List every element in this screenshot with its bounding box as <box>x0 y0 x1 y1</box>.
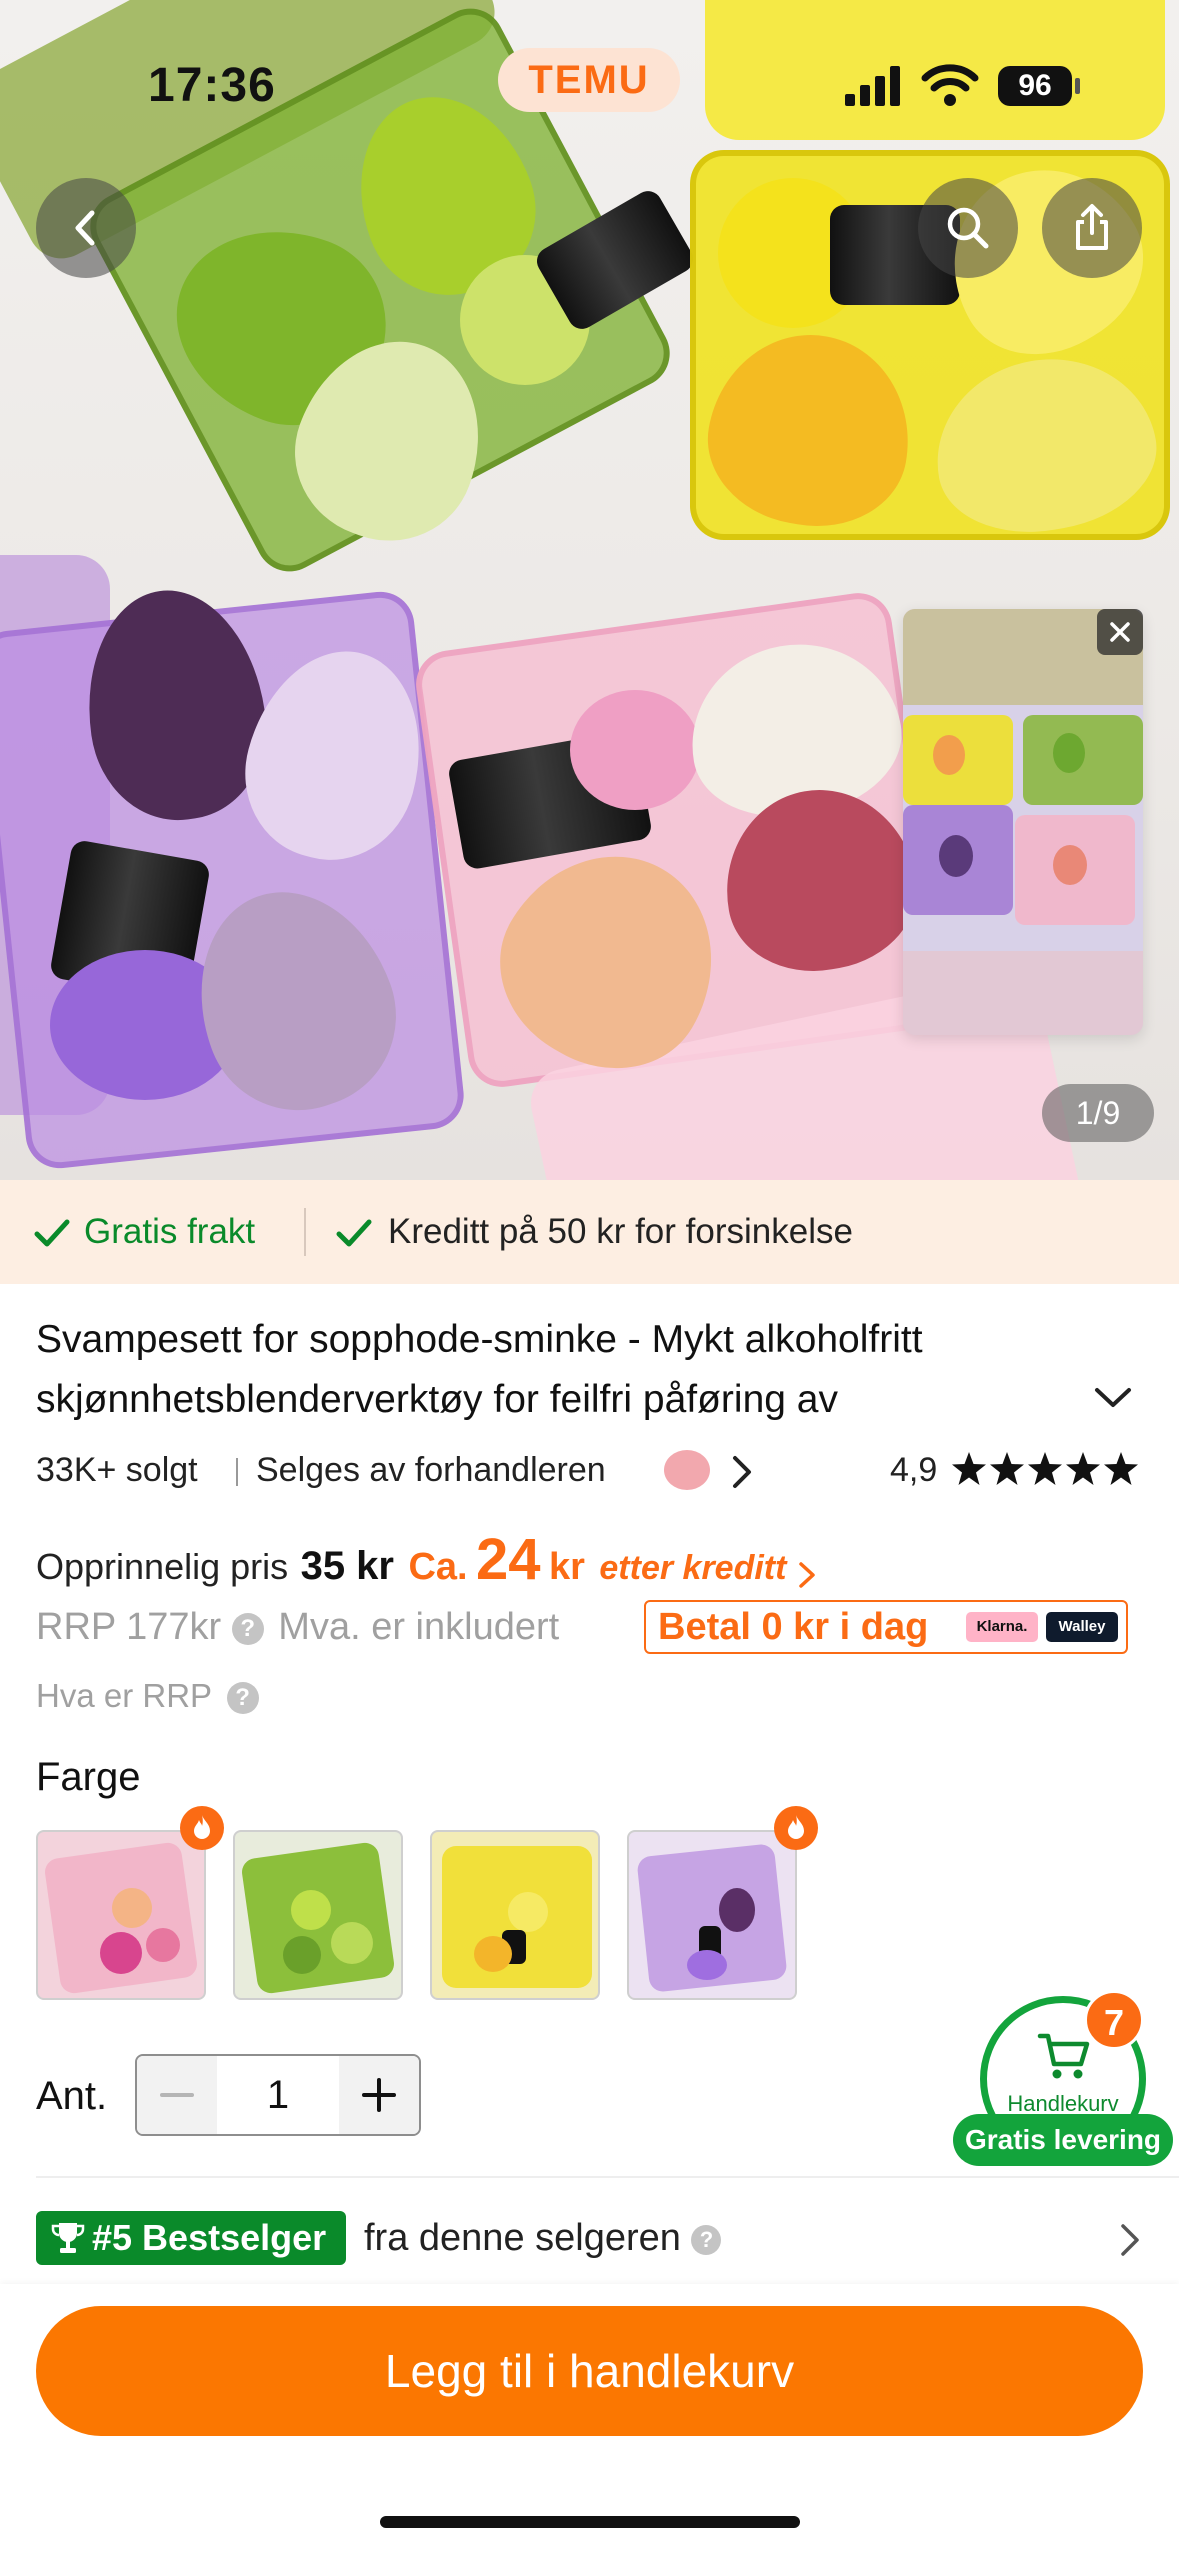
swatch-sponge <box>331 1922 373 1964</box>
swatch-sponge <box>146 1928 180 1962</box>
product-title[interactable]: Svampesett for sopphode-sminke - Mykt al… <box>36 1310 1076 1430</box>
bestseller-badge: #5 Bestselger <box>36 2211 346 2265</box>
color-swatch-purple[interactable] <box>627 1830 797 2000</box>
search-icon <box>947 207 989 249</box>
thumb-image <box>903 705 1143 951</box>
free-shipping-text: Gratis frakt <box>84 1212 256 1251</box>
color-swatch-yellow[interactable] <box>430 1830 600 2000</box>
price-row: Opprinnelig pris 35 kr Ca. 24 kr etter k… <box>36 1525 817 1595</box>
share-button[interactable] <box>1042 178 1142 278</box>
rrp-question-text: Hva er RRP <box>36 1677 212 1714</box>
promo-divider <box>304 1208 306 1256</box>
swatch-sponge <box>283 1936 321 1974</box>
delay-credit-text: Kreditt på 50 kr for forsinkelse <box>388 1212 853 1251</box>
rating-value: 4,9 <box>890 1451 938 1489</box>
free-delivery-badge: Gratis levering <box>953 2114 1173 2166</box>
temu-badge: TEMU <box>498 48 680 112</box>
help-icon[interactable]: ? <box>691 2224 722 2255</box>
color-swatch-pink[interactable] <box>36 1830 206 2000</box>
seller-logo[interactable] <box>664 1450 710 1490</box>
help-icon: ? <box>226 1682 259 1715</box>
product-image-gallery[interactable]: 17:36 TEMU 96 1/9 <box>0 0 1179 1180</box>
rating-stars <box>952 1452 1138 1485</box>
after-credit-link[interactable]: etter kreditt <box>599 1549 786 1587</box>
flame-icon <box>194 1815 210 1839</box>
swatch-sponge <box>719 1888 755 1932</box>
swatch-sponge <box>687 1950 727 1980</box>
original-price-label: Opprinnelig pris <box>36 1546 289 1587</box>
pay-later-text: Betal 0 kr i dag <box>658 1606 929 1648</box>
meta-divider <box>236 1458 238 1486</box>
search-button[interactable] <box>918 178 1018 278</box>
promo-strip: Gratis frakt Kreditt på 50 kr for forsin… <box>0 1180 1179 1284</box>
chevron-left-icon <box>75 210 95 246</box>
swatch-sponge <box>112 1888 152 1928</box>
thumb-sponge <box>1053 733 1085 773</box>
vat-text: Mva. er inkludert <box>278 1606 560 1648</box>
hot-badge <box>180 1806 224 1850</box>
trophy-icon <box>51 2223 85 2253</box>
color-swatch-green[interactable] <box>233 1830 403 2000</box>
video-thumbnail[interactable] <box>903 609 1143 1035</box>
thumb-sponge <box>939 835 973 877</box>
thumb-sponge <box>933 735 965 775</box>
share-icon <box>1076 204 1108 250</box>
rrp-row: RRP 177kr ? Mva. er inkludert <box>36 1592 559 1662</box>
signal-icon <box>845 66 900 106</box>
swatch-sponge <box>291 1890 331 1930</box>
approx-price-number: 24 <box>476 1527 541 1592</box>
back-button[interactable] <box>36 178 136 278</box>
color-label: Farge <box>36 1755 141 1799</box>
quantity-increase-button[interactable] <box>339 2056 419 2134</box>
minus-icon <box>160 2093 194 2097</box>
bestseller-text: fra denne selgeren ? <box>364 2206 722 2270</box>
cart-count-badge: 7 <box>1084 1990 1144 2050</box>
rrp-price: RRP 177kr <box>36 1606 222 1648</box>
image-counter: 1/9 <box>1042 1084 1154 1142</box>
walley-logo: Walley <box>1046 1612 1118 1642</box>
chevron-right-icon[interactable] <box>797 1560 817 1590</box>
quantity-decrease-button[interactable] <box>137 2056 217 2134</box>
battery-tip <box>1075 78 1080 94</box>
klarna-logo: Klarna. <box>966 1612 1038 1642</box>
status-time: 17:36 <box>148 59 276 112</box>
pay-later-badge[interactable]: Betal 0 kr i dag Klarna. Walley <box>644 1600 1128 1654</box>
swatch-sponge <box>100 1932 142 1974</box>
home-indicator <box>380 2516 800 2528</box>
approx-prefix: Ca. <box>408 1546 468 1588</box>
swatch-sponge <box>474 1936 512 1972</box>
chevron-right-icon[interactable] <box>730 1454 754 1490</box>
hot-badge <box>774 1806 818 1850</box>
flame-icon <box>788 1815 804 1839</box>
help-icon[interactable]: ? <box>231 1612 264 1645</box>
seller-link[interactable]: Selges av forhandleren <box>256 1440 606 1500</box>
check-icon <box>336 1219 372 1247</box>
quantity-value[interactable]: 1 <box>217 2056 339 2134</box>
sold-count: 33K+ solgt <box>36 1451 198 1489</box>
swatch-sponge <box>508 1892 548 1932</box>
pink-mushroom-sponge <box>570 690 700 810</box>
chevron-right-icon[interactable] <box>1118 2222 1142 2258</box>
wifi-icon <box>921 64 979 106</box>
approx-price-unit: kr <box>549 1546 585 1588</box>
rrp-question-link[interactable]: Hva er RRP ? <box>36 1666 259 1726</box>
check-icon <box>34 1219 70 1247</box>
bestseller-from-seller: fra denne selgeren <box>364 2217 681 2259</box>
chevron-down-icon[interactable] <box>1093 1386 1133 1410</box>
add-to-cart-button[interactable]: Legg til i handlekurv <box>36 2306 1143 2436</box>
quantity-stepper: 1 <box>135 2054 421 2136</box>
section-divider <box>36 2176 1179 2178</box>
cart-icon <box>1037 2033 1090 2079</box>
original-price-value: 35 kr <box>300 1544 394 1588</box>
bestseller-badge-text: #5 Bestselger <box>92 2217 327 2258</box>
close-icon <box>1110 622 1130 642</box>
thumbnail-close-button[interactable] <box>1097 609 1143 655</box>
quantity-label: Ant. <box>36 2074 108 2118</box>
battery-indicator: 96 <box>998 66 1072 106</box>
plus-icon <box>362 2078 396 2112</box>
thumb-sponge <box>1053 845 1087 885</box>
